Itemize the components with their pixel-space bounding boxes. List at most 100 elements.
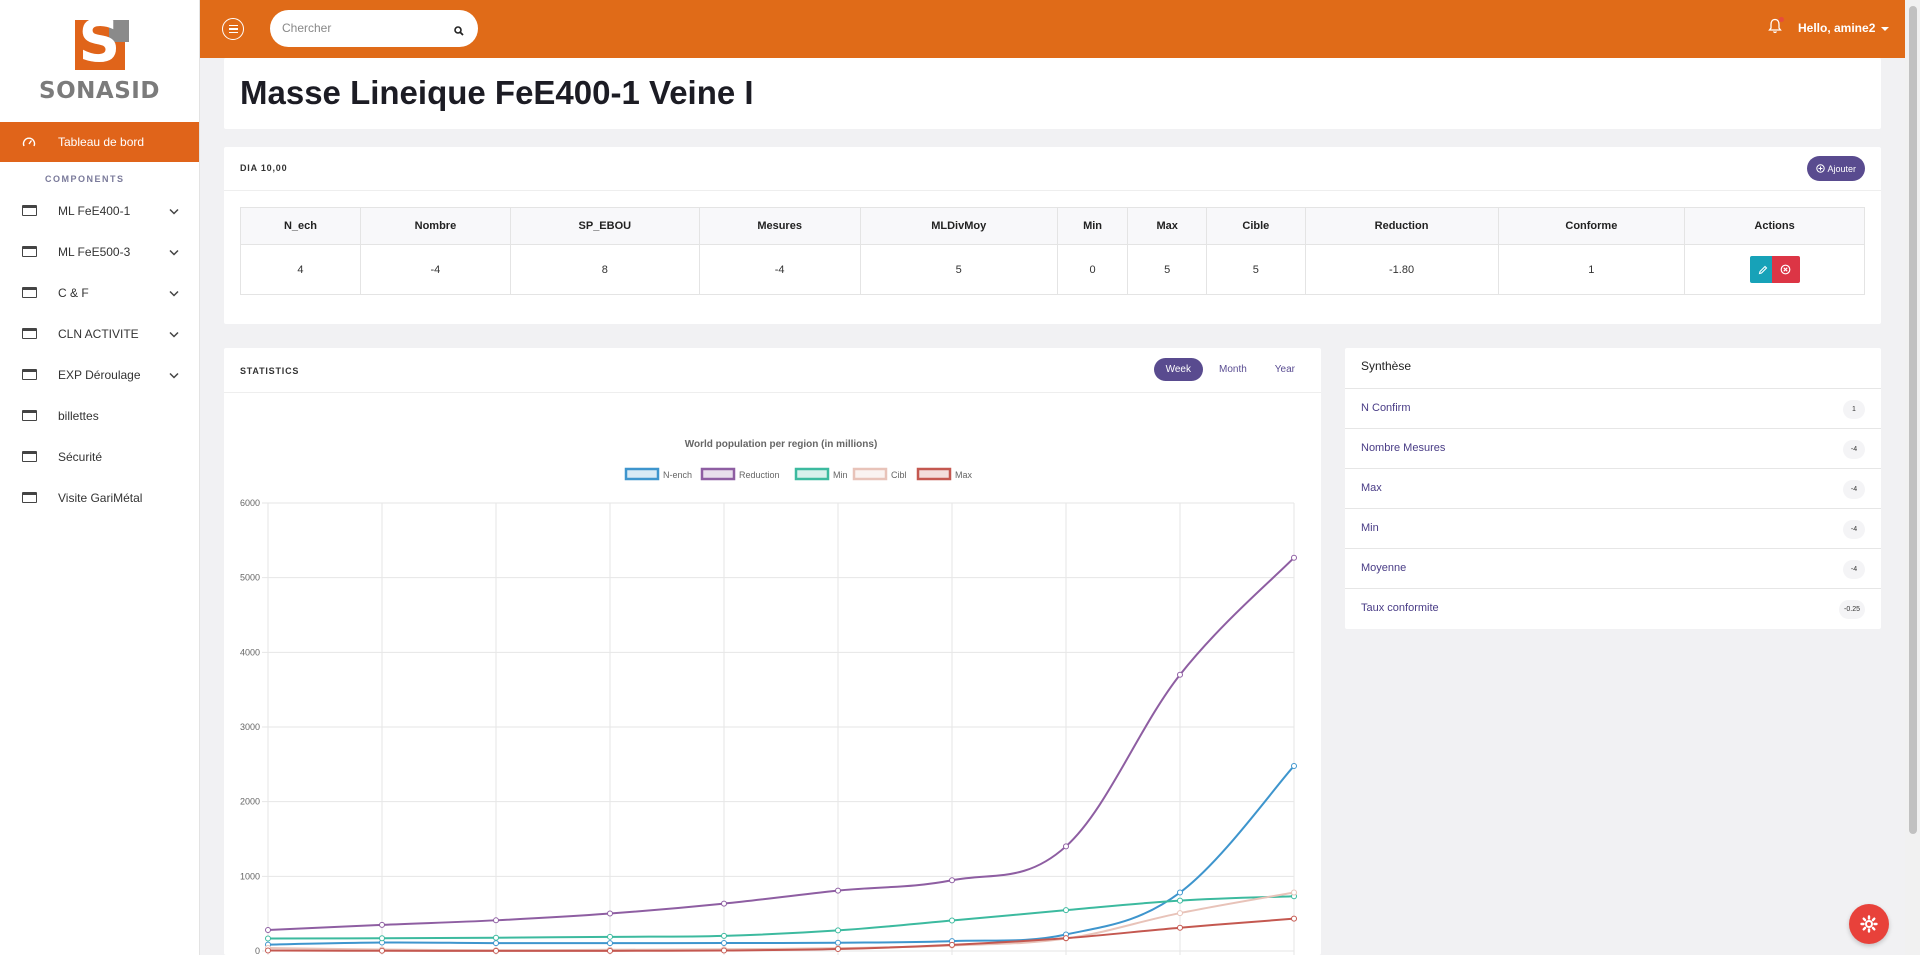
data-point-min [1177, 897, 1183, 904]
logo-wordmark: SONASID [39, 78, 160, 104]
sidebar-item-tableau-de-bord[interactable]: Tableau de bord [0, 122, 199, 162]
synthese-label: Nombre Mesures [1361, 442, 1446, 454]
window-icon [0, 410, 58, 421]
list-item[interactable]: Max -4 [1345, 468, 1881, 508]
tab-week[interactable]: Week [1153, 358, 1203, 381]
list-item[interactable]: Nombre Mesures -4 [1345, 428, 1881, 468]
data-point-max [949, 941, 955, 948]
data-point-min [379, 935, 385, 942]
sidebar-item-label: EXP Déroulage [58, 367, 141, 382]
cell-reduction: -1.80 [1304, 244, 1499, 295]
sidebar-item-exp-deroulage[interactable]: EXP Déroulage [0, 354, 199, 395]
y-tick-label: 6000 [240, 498, 260, 508]
y-tick-label: 3000 [240, 722, 260, 732]
gauge-icon [0, 136, 58, 148]
search-input[interactable] [282, 21, 442, 35]
data-point-max [1291, 915, 1297, 922]
measurements-card: DIA 10,00 Ajouter N_ech Nombre SP_EBOU Mesu… [224, 147, 1881, 324]
card-heading: STATISTICS [240, 366, 300, 376]
data-point-reduction [835, 887, 841, 894]
cell-actions [1684, 244, 1865, 295]
data-point-reduction [493, 917, 499, 924]
chevron-down-icon[interactable] [169, 327, 179, 341]
delete-button[interactable] [1771, 256, 1800, 283]
chevron-down-icon[interactable] [169, 286, 179, 300]
data-point-min [1063, 907, 1069, 914]
chevron-down-icon[interactable] [169, 245, 179, 259]
chevron-down-icon[interactable] [169, 204, 179, 218]
data-point-cibl [1291, 889, 1297, 896]
add-button-label: Ajouter [1827, 163, 1856, 174]
sidebar-item-ml-fee400-1[interactable]: ML FeE400-1 [0, 190, 199, 231]
table-body: 4 -4 8 -4 5 0 5 5 -1.80 1 [240, 244, 1865, 295]
data-point-max [493, 947, 499, 954]
value-badge: -4 [1843, 520, 1865, 539]
cell-min: 0 [1056, 244, 1129, 295]
data-point-max [835, 946, 841, 953]
column-header-n-ech: N_ech [240, 207, 361, 245]
sonasid-logo[interactable]: S SONASID [0, 0, 199, 122]
series-line-reduction [267, 557, 1295, 931]
sidebar-item-c-and-f[interactable]: C & F [0, 272, 199, 313]
cell-mldivmoy: 5 [859, 244, 1058, 295]
data-point-reduction [721, 900, 727, 907]
gear-icon [1860, 915, 1878, 933]
column-header-mldivmoy: MLDivMoy [859, 207, 1058, 245]
page-title: Masse Lineique FeE400-1 Veine I [240, 74, 754, 111]
card-heading: DIA 10,00 [240, 163, 288, 173]
legend-swatch [852, 467, 888, 481]
settings-fab-button[interactable] [1849, 904, 1889, 944]
chevron-down-icon[interactable] [169, 368, 179, 382]
data-point-reduction [949, 877, 955, 884]
tab-year[interactable]: Year [1263, 358, 1307, 381]
sidebar-item-securite[interactable]: Sécurité [0, 436, 199, 477]
sidebar-item-billettes[interactable]: billettes [0, 395, 199, 436]
sidebar-item-label: Tableau de bord [58, 135, 145, 149]
list-item[interactable]: Taux conformite -0.25 [1345, 588, 1881, 628]
legend-label: Min [833, 470, 848, 480]
sidebar-item-cln-activite[interactable]: CLN ACTIVITE [0, 313, 199, 354]
data-point-reduction [1177, 671, 1183, 678]
window-icon [0, 451, 58, 462]
cell-conforme: 1 [1497, 244, 1686, 295]
column-header-actions: Actions [1684, 207, 1865, 245]
legend-swatch [916, 467, 952, 481]
legend-swatch [700, 467, 736, 481]
data-point-reduction [379, 921, 385, 928]
add-button[interactable]: Ajouter [1807, 156, 1865, 181]
data-point-n-ench [1291, 762, 1297, 769]
synthese-label: Moyenne [1361, 562, 1407, 574]
data-point-max [379, 947, 385, 954]
user-menu[interactable]: Hello, amine2 [1798, 21, 1890, 35]
data-point-min [835, 927, 841, 934]
statistics-card: STATISTICS Week Month Year World populatio… [224, 348, 1321, 955]
legend-label: Max [955, 470, 973, 480]
data-point-min [721, 932, 727, 939]
cell-nombre: -4 [359, 244, 511, 295]
sidebar-item-label: billettes [58, 408, 99, 423]
list-item[interactable]: Moyenne -4 [1345, 548, 1881, 588]
list-item[interactable]: N Confirm 1 [1345, 388, 1881, 428]
window-icon [0, 369, 58, 380]
sidebar-item-visite-garimetal[interactable]: Visite GariMétal [0, 477, 199, 518]
search-icon[interactable] [454, 23, 464, 41]
data-point-n-ench [607, 940, 613, 947]
series-line-n-ench [267, 765, 1295, 946]
pencil-icon [1758, 265, 1767, 274]
sidebar-item-ml-fee500-3[interactable]: ML FeE500-3 [0, 231, 199, 272]
notification-bell-icon[interactable] [1768, 17, 1784, 39]
chart-title: World population per region (in millions… [685, 439, 878, 450]
menu-toggle-icon[interactable] [222, 18, 244, 40]
tab-month[interactable]: Month [1207, 358, 1259, 381]
column-header-conforme: Conforme [1497, 207, 1686, 245]
list-item[interactable]: Min -4 [1345, 508, 1881, 548]
scrollbar-thumb[interactable] [1909, 6, 1917, 834]
column-header-mesures: Mesures [698, 207, 861, 245]
measurements-table: N_ech Nombre SP_EBOU Mesures MLDivMoy Min Max C… [240, 207, 1865, 295]
window-icon [0, 246, 58, 257]
value-badge: -0.25 [1839, 600, 1865, 619]
data-point-n-ench [1177, 889, 1183, 896]
page-scrollbar[interactable] [1905, 0, 1920, 955]
title-card: Masse Lineique FeE400-1 Veine I [224, 58, 1881, 129]
column-header-sp-ebou: SP_EBOU [509, 207, 700, 245]
